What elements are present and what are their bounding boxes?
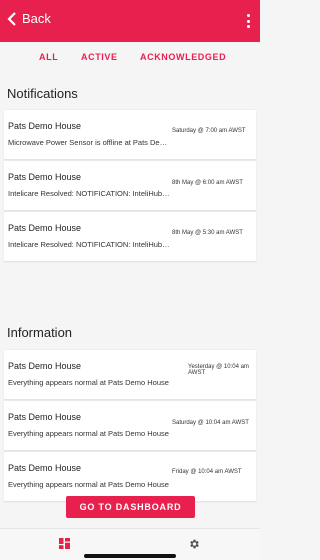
information-card[interactable]: Pats Demo House Everything appears norma… — [4, 452, 256, 502]
information-heading: Information — [7, 325, 73, 340]
dashboard-icon[interactable] — [59, 538, 70, 549]
notification-message: Intelicare Resolved: NOTIFICATION: Intel… — [8, 189, 170, 198]
information-message: Everything appears normal at Pats Demo H… — [8, 378, 169, 387]
notification-card[interactable]: Pats Demo House Intelicare Resolved: NOT… — [4, 161, 256, 211]
back-label: Back — [22, 11, 51, 26]
home-indicator — [84, 554, 176, 558]
more-vertical-icon[interactable] — [246, 14, 250, 28]
notifications-heading: Notifications — [7, 86, 78, 101]
house-name: Pats Demo House — [8, 361, 82, 371]
tab-active[interactable]: ACTIVE — [81, 52, 118, 62]
filter-tabs: ALL ACTIVE ACKNOWLEDGED — [0, 52, 260, 70]
notification-card[interactable]: Pats Demo House Intelicare Resolved: NOT… — [4, 212, 256, 262]
house-name: Pats Demo House — [8, 121, 82, 131]
information-card[interactable]: Pats Demo House Everything appears norma… — [4, 350, 256, 400]
information-message: Everything appears normal at Pats Demo H… — [8, 480, 169, 489]
gear-icon[interactable] — [188, 538, 200, 550]
information-card[interactable]: Pats Demo House Everything appears norma… — [4, 401, 256, 451]
top-app-bar: Back — [0, 0, 260, 42]
house-name: Pats Demo House — [8, 172, 82, 182]
house-name: Pats Demo House — [8, 463, 82, 473]
information-message: Everything appears normal at Pats Demo H… — [8, 429, 169, 438]
notification-time: 8th May @ 6:00 am AWST — [172, 180, 243, 186]
tab-all[interactable]: ALL — [39, 52, 58, 62]
notification-time: 8th May @ 5:30 am AWST — [172, 230, 243, 236]
chevron-left-icon — [7, 11, 16, 26]
information-time: Friday @ 10:04 am AWST — [172, 469, 242, 475]
notification-message: Intelicare Resolved: NOTIFICATION: Intel… — [8, 240, 170, 249]
information-time: Yesterday @ 10:04 am AWST — [188, 364, 249, 376]
notification-message: Microwave Power Sensor is offline at Pat… — [8, 138, 170, 147]
back-button[interactable]: Back — [6, 11, 51, 26]
notification-card[interactable]: Pats Demo House Microwave Power Sensor i… — [4, 110, 256, 160]
house-name: Pats Demo House — [8, 223, 82, 233]
go-to-dashboard-button[interactable]: GO TO DASHBOARD — [66, 496, 195, 518]
house-name: Pats Demo House — [8, 412, 82, 422]
notification-time: Saturday @ 7:00 am AWST — [172, 128, 246, 134]
information-time: Saturday @ 10:04 am AWST — [172, 420, 249, 426]
tab-acknowledged[interactable]: ACKNOWLEDGED — [140, 52, 226, 62]
